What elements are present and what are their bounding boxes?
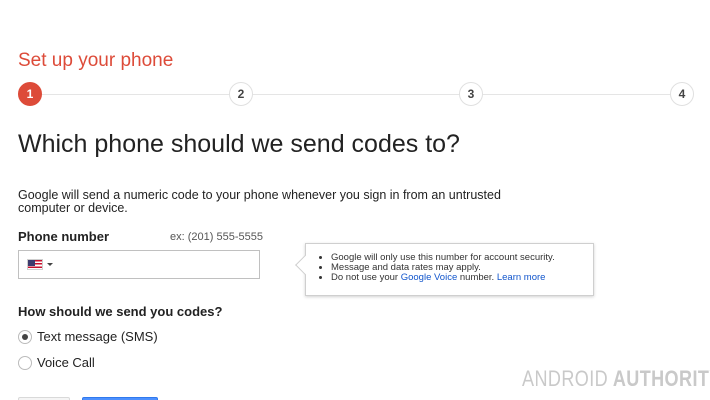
- tooltip-item: Do not use your Google Voice number. Lea…: [331, 273, 555, 283]
- step-3: 3: [459, 82, 483, 106]
- delivery-method-question: How should we send you codes?: [18, 304, 223, 319]
- country-code-dropdown[interactable]: [27, 259, 53, 270]
- step-1: 1: [18, 82, 42, 106]
- us-flag-icon: [27, 259, 43, 270]
- tooltip-arrow: [295, 255, 315, 275]
- tooltip-text: Do not use your: [331, 272, 401, 283]
- main-heading: Which phone should we send codes to?: [18, 130, 460, 158]
- step-2: 2: [229, 82, 253, 106]
- chevron-down-icon: [47, 263, 53, 266]
- learn-more-link[interactable]: Learn more: [497, 272, 546, 283]
- sms-radio[interactable]: [18, 329, 32, 344]
- watermark-part1: ANDROID: [522, 366, 609, 391]
- stepper-track: [30, 94, 682, 95]
- phone-example-hint: ex: (201) 555-5555: [170, 231, 263, 243]
- watermark-part2: AUTHORITY: [612, 366, 710, 391]
- page-title: Set up your phone: [18, 50, 174, 71]
- phone-number-label: Phone number: [18, 229, 110, 244]
- voice-call-label: Voice Call: [37, 355, 95, 370]
- description-text: Google will send a numeric code to your …: [18, 188, 501, 215]
- voice-call-option[interactable]: Voice Call: [18, 355, 95, 370]
- voice-call-radio[interactable]: [18, 355, 32, 370]
- google-voice-link[interactable]: Google Voice: [401, 272, 458, 283]
- watermark-logo: ANDROID AUTHORITY: [522, 366, 710, 392]
- step-4: 4: [670, 82, 694, 106]
- sms-option[interactable]: Text message (SMS): [18, 329, 158, 344]
- tooltip-list: Google will only use this number for acc…: [331, 253, 555, 283]
- sms-label: Text message (SMS): [37, 329, 158, 344]
- phone-number-field[interactable]: [18, 250, 260, 279]
- tooltip-text: number.: [457, 272, 497, 283]
- phone-info-tooltip: Google will only use this number for acc…: [295, 243, 594, 296]
